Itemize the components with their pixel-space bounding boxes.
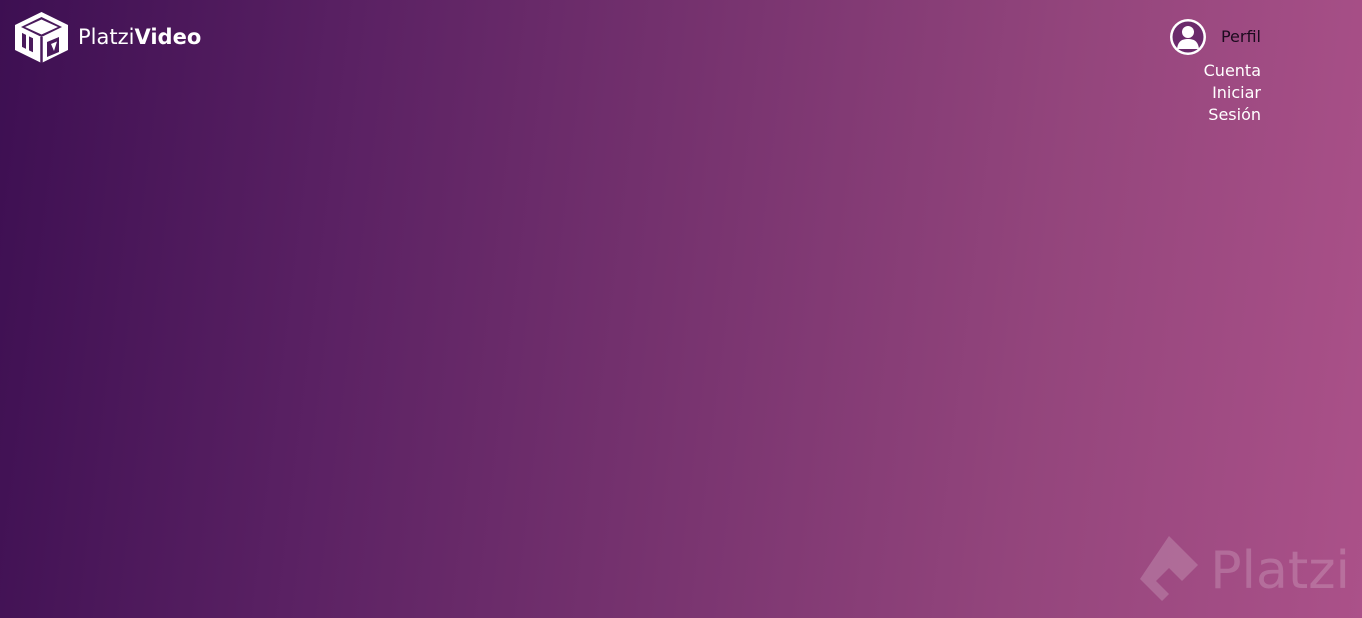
iniciar-sesion-link[interactable]: Iniciar Sesión — [1206, 82, 1261, 126]
cuenta-link[interactable]: Cuenta — [1204, 61, 1261, 80]
platzi-watermark: Platzi — [1134, 532, 1350, 610]
profile-toggle[interactable]: Perfil — [1161, 18, 1261, 56]
brand-name-bold: Video — [134, 25, 202, 49]
platzi-video-cube-icon — [15, 12, 68, 63]
menu-item-cuenta: Cuenta — [1161, 60, 1261, 82]
brand-home-link[interactable]: PlatziVideo — [14, 11, 201, 64]
header: PlatziVideo Perfil Cuenta Iniciar Sesión — [0, 0, 1362, 130]
profile-dropdown: Cuenta Iniciar Sesión — [1161, 60, 1261, 126]
brand-name-light: Platzi — [78, 25, 135, 49]
brand-name: PlatziVideo — [78, 27, 201, 48]
menu-item-iniciar-sesion: Iniciar Sesión — [1161, 82, 1261, 126]
profile-label[interactable]: Perfil — [1221, 29, 1261, 45]
watermark-text: Platzi — [1210, 541, 1350, 601]
user-menu: Perfil Cuenta Iniciar Sesión — [1161, 18, 1261, 126]
platzi-logo-icon — [1140, 536, 1199, 601]
user-avatar-icon[interactable] — [1169, 18, 1207, 56]
